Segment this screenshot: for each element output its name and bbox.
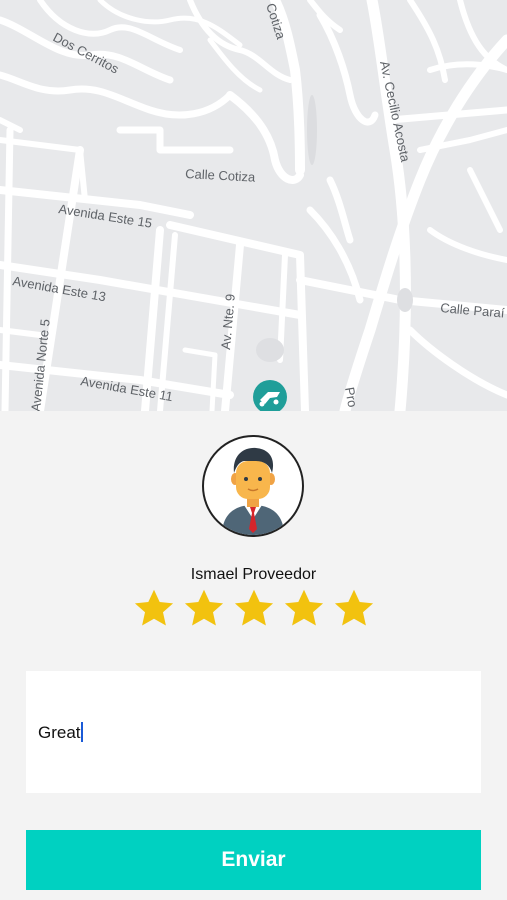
star-icon[interactable] xyxy=(182,587,226,631)
comment-textarea[interactable]: Great xyxy=(26,671,481,793)
provider-name: Ismael Proveedor xyxy=(190,566,317,583)
star-rating[interactable] xyxy=(132,586,376,632)
businessman-avatar-icon xyxy=(222,447,284,535)
star-icon[interactable] xyxy=(232,587,276,631)
comment-text: Great xyxy=(38,723,81,742)
street-label: Calle Cotiza xyxy=(185,166,257,185)
star-icon[interactable] xyxy=(132,587,176,631)
text-caret xyxy=(80,722,83,742)
provider-avatar xyxy=(202,435,304,537)
car-marker-icon[interactable] xyxy=(253,380,287,411)
star-icon[interactable] xyxy=(282,587,326,631)
star-icon[interactable] xyxy=(332,587,376,631)
map-view[interactable]: Dos Cerritos Cotiza Av. Cecilio Acosta C… xyxy=(0,0,507,411)
map-canvas: Dos Cerritos Cotiza Av. Cecilio Acosta C… xyxy=(0,0,507,411)
send-button[interactable]: Enviar xyxy=(26,830,481,890)
street-label: Calle Paraí xyxy=(440,300,506,321)
